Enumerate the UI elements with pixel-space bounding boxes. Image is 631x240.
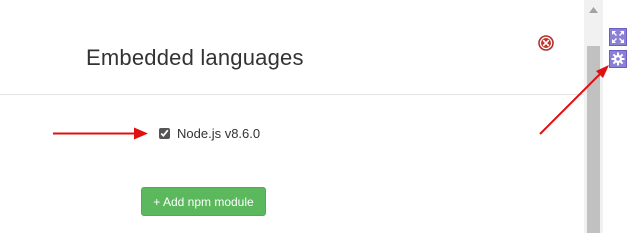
nodejs-option: Node.js v8.6.0 [159,126,260,141]
nodejs-checkbox[interactable] [159,128,170,139]
add-npm-module-button[interactable]: + Add npm module [141,187,266,216]
settings-button[interactable] [609,50,627,68]
embedded-languages-dialog: Embedded languages Node.js v8.6.0 + Add … [0,0,584,233]
scroll-up-button[interactable] [584,0,603,20]
triangle-up-icon [589,7,598,13]
gear-icon [611,52,625,66]
expand-button[interactable] [609,28,627,46]
header-divider [0,94,584,95]
close-button[interactable] [538,35,554,51]
expand-icon [612,31,624,43]
scrollbar-thumb[interactable] [587,46,600,233]
close-icon [538,35,554,51]
vertical-scrollbar[interactable] [584,0,603,233]
dialog-title: Embedded languages [86,45,304,70]
nodejs-checkbox-label: Node.js v8.6.0 [177,126,261,141]
